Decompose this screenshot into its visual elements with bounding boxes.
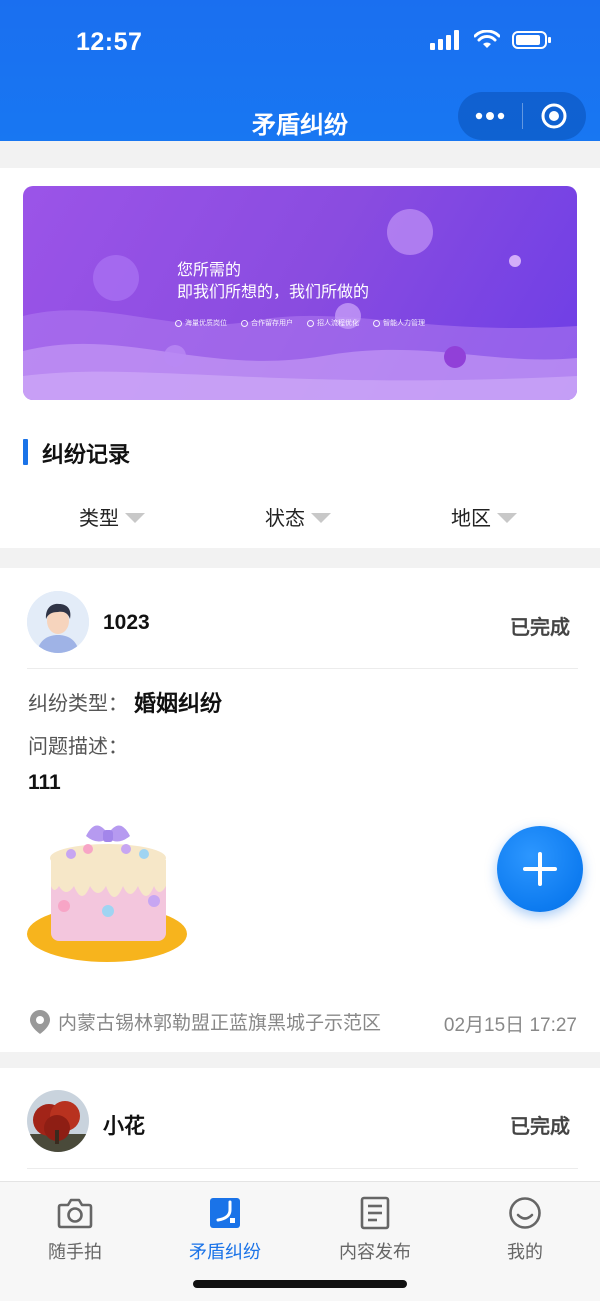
avatar xyxy=(27,1090,89,1152)
header: 12:57 矛盾纠纷 xyxy=(0,0,600,141)
location-pin-icon xyxy=(30,1009,50,1034)
record-card[interactable]: 1023 已完成 纠纷类型： 婚姻纠纷 问题描述： 111 内蒙古锡林郭勒盟正蓝… xyxy=(0,568,600,1052)
user-avatar-icon xyxy=(27,591,89,653)
record-location: 内蒙古锡林郭勒盟正蓝旗黑城子示范区 xyxy=(30,1008,381,1035)
description-label: 问题描述： xyxy=(28,736,128,758)
divider xyxy=(27,1168,578,1169)
battery-icon xyxy=(512,31,551,49)
cake-image xyxy=(27,825,187,962)
miniprogram-capsule xyxy=(458,92,586,140)
dispute-icon xyxy=(210,1198,240,1228)
wifi-icon xyxy=(474,30,500,48)
record-user-name: 小花 xyxy=(103,1115,145,1138)
filter-type[interactable]: 类型 xyxy=(79,502,145,531)
section-accent-bar xyxy=(23,439,28,465)
dispute-type-label: 纠纷类型： xyxy=(28,693,128,715)
tab-label: 内容发布 xyxy=(339,1242,411,1262)
more-button[interactable] xyxy=(458,92,522,140)
add-record-button[interactable] xyxy=(497,826,583,912)
banner-headline-1: 您所需的 xyxy=(177,262,242,279)
banner-bullet: 招人流程优化 xyxy=(307,318,359,328)
banner-bullet: 智能人力管理 xyxy=(373,318,425,328)
section-title: 纠纷记录 xyxy=(42,442,131,467)
home-indicator xyxy=(193,1280,407,1288)
close-miniprogram-button[interactable] xyxy=(523,92,587,140)
promo-banner[interactable]: 您所需的 即我们所想的，我们所做的 海量优质岗位 合作留存用户 招人流程优化 智… xyxy=(23,186,577,400)
tab-label: 矛盾纠纷 xyxy=(189,1242,261,1262)
smiley-icon xyxy=(509,1197,541,1229)
dropdown-arrow-icon xyxy=(497,513,517,523)
user-avatar-tree-image xyxy=(27,1090,89,1152)
dropdown-arrow-icon xyxy=(125,513,145,523)
tab-snapshot[interactable]: 随手拍 xyxy=(0,1196,150,1264)
record-user-name: 1023 xyxy=(103,611,150,634)
tab-mine[interactable]: 我的 xyxy=(450,1196,600,1264)
dropdown-arrow-icon xyxy=(311,513,331,523)
record-status: 已完成 xyxy=(510,617,570,639)
filter-status-label: 状态 xyxy=(265,508,305,530)
signal-icon xyxy=(430,30,459,50)
record-status: 已完成 xyxy=(510,1116,570,1138)
banner-bullets: 海量优质岗位 合作留存用户 招人流程优化 智能人力管理 xyxy=(175,318,425,328)
record-card[interactable]: 小花 已完成 xyxy=(0,1068,600,1182)
filter-status[interactable]: 状态 xyxy=(265,502,331,531)
record-photo-cake[interactable] xyxy=(26,816,188,966)
target-icon xyxy=(541,103,567,129)
status-icons xyxy=(430,30,552,50)
document-icon xyxy=(360,1196,390,1230)
record-time: 02月15日 17:27 xyxy=(443,1015,577,1036)
tab-disputes[interactable]: 矛盾纠纷 xyxy=(150,1196,300,1264)
banner-headline-2: 即我们所想的，我们所做的 xyxy=(177,284,370,301)
tab-publish[interactable]: 内容发布 xyxy=(300,1196,450,1264)
status-time: 12:57 xyxy=(76,28,143,56)
banner-bullet: 海量优质岗位 xyxy=(175,318,227,328)
description-value: 111 xyxy=(28,771,61,794)
filter-type-label: 类型 xyxy=(79,508,119,530)
tab-label: 随手拍 xyxy=(48,1242,102,1262)
banner-bullet: 合作留存用户 xyxy=(241,318,293,328)
divider xyxy=(27,668,578,669)
top-card: 您所需的 即我们所想的，我们所做的 海量优质岗位 合作留存用户 招人流程优化 智… xyxy=(0,168,600,548)
plus-icon xyxy=(523,852,557,886)
tab-label: 我的 xyxy=(507,1242,543,1262)
filter-region-label: 地区 xyxy=(451,508,491,530)
location-text: 内蒙古锡林郭勒盟正蓝旗黑城子示范区 xyxy=(58,1013,382,1034)
avatar xyxy=(27,591,89,653)
dispute-type-value: 婚姻纠纷 xyxy=(134,691,223,716)
filter-region[interactable]: 地区 xyxy=(451,502,517,531)
camera-icon xyxy=(57,1198,93,1229)
more-dots-icon xyxy=(475,112,504,120)
